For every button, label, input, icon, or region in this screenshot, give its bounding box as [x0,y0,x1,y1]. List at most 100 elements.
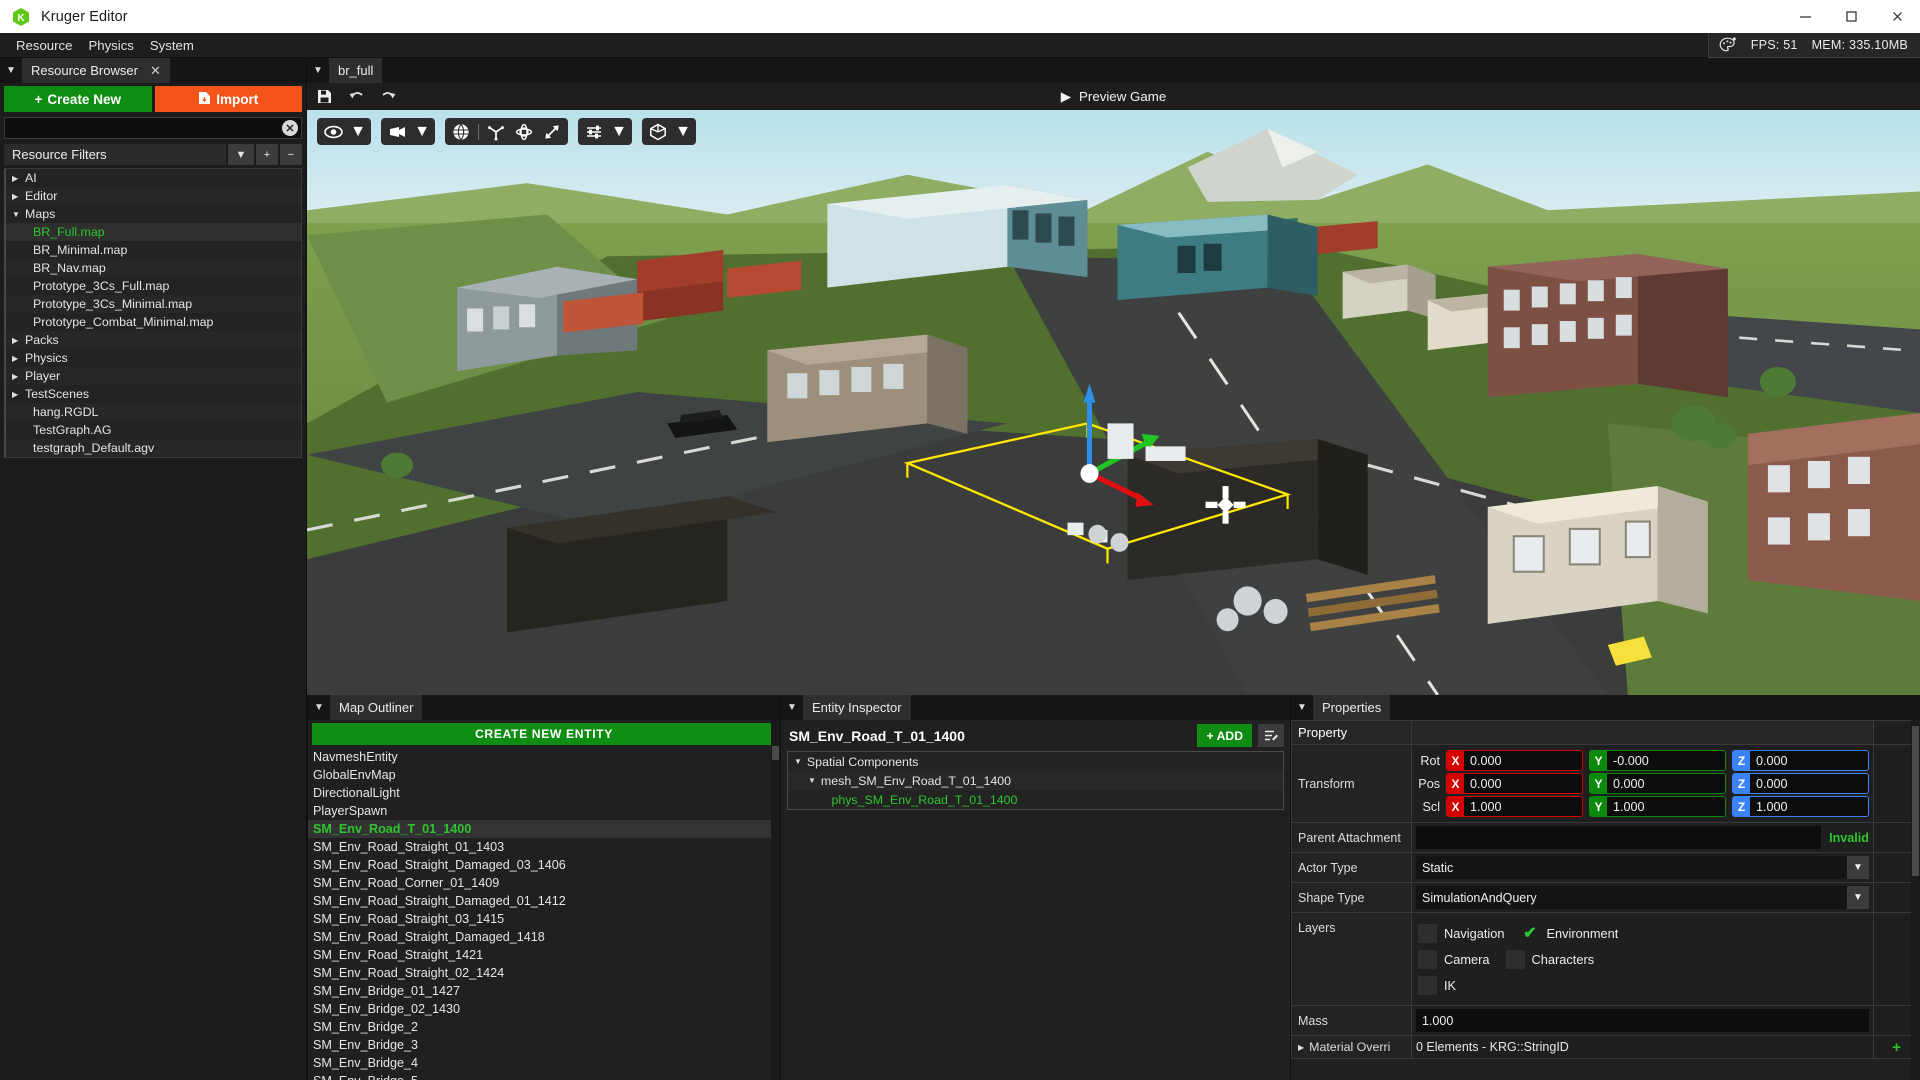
resource-file-row[interactable]: Prototype_Combat_Minimal.map [6,313,301,331]
undo-icon[interactable] [347,88,365,106]
actor-type-chevron-down-icon[interactable]: ▼ [1847,856,1869,879]
entity-list-item[interactable]: SM_Env_Road_Corner_01_1409 [308,874,780,892]
resource-file-row[interactable]: Prototype_3Cs_Full.map [6,277,301,295]
create-new-entity-button[interactable]: CREATE NEW ENTITY [312,723,776,745]
close-button[interactable] [1874,0,1920,33]
tab-br-full[interactable]: br_full [329,58,383,83]
properties-scrollbar[interactable] [1911,720,1920,1080]
maximize-button[interactable] [1828,0,1874,33]
resource-file-row[interactable]: TestGraph.AG [6,421,301,439]
chevron-right-icon[interactable]: ▶ [1298,1043,1304,1052]
entity-list-item[interactable]: SM_Env_Bridge_02_1430 [308,1000,780,1018]
mass-input[interactable]: 1.000 [1416,1009,1869,1032]
entity-list-item[interactable]: SM_Env_Bridge_3 [308,1036,780,1054]
transform-rot-x-input[interactable]: 0.000 [1464,751,1582,770]
search-input[interactable]: ✕ [4,117,302,139]
parent-attachment-input[interactable] [1416,826,1822,849]
chevron-right-icon[interactable]: ▶ [12,174,25,183]
transform-scl-z-field[interactable]: Z 1.000 [1732,796,1869,817]
settings-chevron-down-icon[interactable]: ▼ [609,121,629,143]
translate-gizmo-icon[interactable] [483,121,509,143]
viewport-3d[interactable]: ▼ ▼ ▼ ▼ [307,110,1920,695]
import-button[interactable]: Import [154,86,302,112]
plus-icon[interactable]: + [1892,1039,1901,1056]
entity-list-item[interactable]: SM_Env_Bridge_2 [308,1018,780,1036]
add-component-button[interactable]: + ADD [1197,724,1252,747]
transform-pos-z-field[interactable]: Z 0.000 [1732,773,1869,794]
chevron-right-icon[interactable]: ▶ [12,192,25,201]
close-icon[interactable]: ✕ [150,63,161,79]
transform-pos-z-input[interactable]: 0.000 [1750,774,1868,793]
render-chevron-down-icon[interactable]: ▼ [673,121,693,143]
layer-checkbox-ik[interactable] [1418,975,1437,995]
globe-icon[interactable] [448,121,474,143]
transform-scl-y-input[interactable]: 1.000 [1607,797,1725,816]
entity-list-item[interactable]: SM_Env_Road_Straight_1421 [308,946,780,964]
filter-menu-chevron-down-icon[interactable]: ▼ [228,144,254,165]
chevron-right-icon[interactable]: ▶ [12,390,25,399]
transform-scl-y-field[interactable]: Y 1.000 [1589,796,1726,817]
filter-remove-minus-icon[interactable]: − [280,144,302,165]
menu-item-resource[interactable]: Resource [8,36,80,55]
resource-folder-row[interactable]: ▶ AI [6,169,301,187]
component-tree-row[interactable]: ▼ Spatial Components [788,752,1283,771]
transform-pos-y-input[interactable]: 0.000 [1607,774,1725,793]
transform-scl-x-input[interactable]: 1.000 [1464,797,1582,816]
entity-list-item[interactable]: SM_Env_Road_Straight_Damaged_03_1406 [308,856,780,874]
create-new-button[interactable]: + Create New [4,86,152,112]
resource-file-row[interactable]: BR_Nav.map [6,259,301,277]
entity-list-item[interactable]: SM_Env_Road_Straight_03_1415 [308,910,780,928]
chevron-down-icon[interactable]: ▼ [12,210,25,219]
resource-file-row[interactable]: Prototype_3Cs_Minimal.map [6,295,301,313]
layer-checkbox-environment[interactable]: ✔ [1520,924,1539,943]
menu-item-physics[interactable]: Physics [80,36,141,55]
resource-folder-row[interactable]: ▶ Player [6,367,301,385]
entity-list-item[interactable]: PlayerSpawn [308,802,780,820]
chevron-right-icon[interactable]: ▶ [12,354,25,363]
camera-icon[interactable] [384,121,410,143]
entity-list-item[interactable]: SM_Env_Road_T_01_1400 [308,820,778,838]
save-icon[interactable] [315,88,333,106]
transform-rot-y-input[interactable]: -0.000 [1607,751,1725,770]
layer-checkbox-camera[interactable] [1418,949,1437,969]
camera-chevron-down-icon[interactable]: ▼ [412,121,432,143]
outliner-chevron-down-icon[interactable]: ▼ [308,695,330,720]
resource-file-row[interactable]: BR_Minimal.map [6,241,301,259]
transform-scl-x-field[interactable]: X 1.000 [1446,796,1583,817]
chevron-down-icon[interactable]: ▼ [808,776,816,785]
entity-list-item[interactable]: DirectionalLight [308,784,780,802]
resource-folder-row[interactable]: ▶ Physics [6,349,301,367]
entity-list-item[interactable]: SM_Env_Bridge_5 [308,1072,780,1080]
entity-list-item[interactable]: SM_Env_Bridge_01_1427 [308,982,780,1000]
tab-entity-inspector[interactable]: Entity Inspector [803,695,911,720]
transform-rot-z-field[interactable]: Z 0.000 [1732,750,1869,771]
properties-chevron-down-icon[interactable]: ▼ [1291,695,1313,720]
resource-file-row[interactable]: hang.RGDL [6,403,301,421]
resource-folder-row[interactable]: ▶ Editor [6,187,301,205]
filter-add-plus-icon[interactable]: + [256,144,278,165]
rotate-gizmo-icon[interactable] [511,121,537,143]
shape-type-select[interactable]: SimulationAndQuery ▼ [1416,886,1869,909]
inspector-chevron-down-icon[interactable]: ▼ [781,695,803,720]
transform-pos-x-field[interactable]: X 0.000 [1446,773,1583,794]
resource-folder-row[interactable]: ▶ TestScenes [6,385,301,403]
resource-file-row[interactable]: BR_Full.map [6,223,301,241]
tab-resource-browser[interactable]: Resource Browser ✕ [22,58,170,83]
cube-icon[interactable] [645,121,671,143]
redo-icon[interactable] [379,88,397,106]
scale-gizmo-icon[interactable] [539,121,565,143]
entity-list-item[interactable]: GlobalEnvMap [308,766,780,784]
resource-file-row[interactable]: testgraph_Default.agv [6,439,301,457]
transform-scl-z-input[interactable]: 1.000 [1750,797,1868,816]
tab-properties[interactable]: Properties [1313,695,1391,720]
minimize-button[interactable] [1782,0,1828,33]
resource-folder-row[interactable]: ▼ Maps [6,205,301,223]
list-edit-icon[interactable] [1258,724,1284,747]
component-tree-row[interactable]: phys_SM_Env_Road_T_01_1400 [788,790,1283,809]
actor-type-select[interactable]: Static ▼ [1416,856,1869,879]
tab-map-outliner[interactable]: Map Outliner [330,695,423,720]
transform-rot-y-field[interactable]: Y -0.000 [1589,750,1726,771]
chevron-down-icon[interactable]: ▼ [794,757,802,766]
resource-folder-row[interactable]: ▶ Packs [6,331,301,349]
layer-checkbox-characters[interactable] [1505,949,1525,969]
